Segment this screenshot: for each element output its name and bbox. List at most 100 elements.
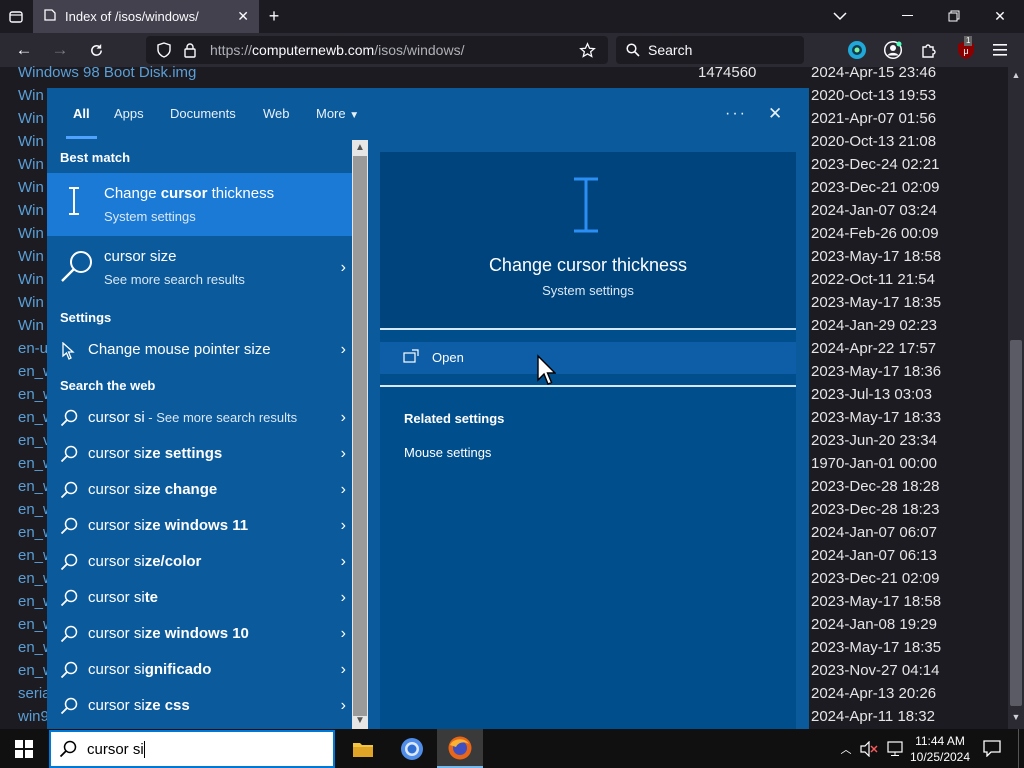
- system-clock[interactable]: 11:44 AM 10/25/2024: [906, 729, 974, 768]
- lock-icon[interactable]: [182, 42, 198, 58]
- list-all-tabs-icon[interactable]: [830, 7, 850, 25]
- section-search-web: Search the web: [60, 378, 156, 393]
- divider: [380, 385, 796, 387]
- file-date: 2023-Dec-21 02:09: [811, 570, 940, 587]
- file-link[interactable]: Win: [18, 268, 44, 291]
- tab-apps[interactable]: Apps: [114, 88, 144, 140]
- more-results-item[interactable]: cursor size See more search results ›: [47, 236, 352, 300]
- file-date: 2023-Jun-20 23:34: [811, 432, 937, 449]
- web-result-see-more[interactable]: cursor si - See more search results ›: [47, 400, 352, 436]
- new-tab-icon[interactable]: +: [264, 6, 284, 26]
- forward-icon[interactable]: →: [50, 40, 70, 60]
- file-date: 2023-Dec-24 02:21: [811, 156, 940, 173]
- file-link[interactable]: Win: [18, 291, 44, 314]
- ublock-icon[interactable]: μ 1: [954, 36, 978, 62]
- minimize-icon[interactable]: [898, 6, 918, 26]
- search-icon: [60, 625, 78, 648]
- file-link[interactable]: Win: [18, 245, 44, 268]
- volume-muted-icon[interactable]: [858, 729, 880, 768]
- taskbar-search-input[interactable]: cursor si: [49, 730, 335, 768]
- tab-list-icon[interactable]: [6, 8, 26, 26]
- file-link[interactable]: win9: [18, 705, 49, 728]
- notifications-icon[interactable]: [980, 729, 1004, 768]
- mouse-pointer-icon: [60, 341, 78, 365]
- file-link[interactable]: Windows 98 Boot Disk.img: [18, 61, 196, 84]
- tab-more[interactable]: More ▼: [316, 88, 359, 140]
- menu-hamburger-icon[interactable]: [990, 40, 1010, 60]
- browser-tab[interactable]: Index of /isos/windows/ ✕: [33, 0, 259, 33]
- file-link[interactable]: en_v: [18, 429, 51, 452]
- svg-text:μ: μ: [963, 46, 968, 56]
- clock-date: 10/25/2024: [909, 749, 971, 764]
- scroll-down-arrow-icon[interactable]: ▼: [352, 713, 368, 729]
- file-link[interactable]: Win: [18, 199, 44, 222]
- scroll-up-arrow-icon[interactable]: ▲: [1010, 70, 1022, 82]
- file-date: 2024-Jan-07 06:07: [811, 524, 937, 541]
- tab-all[interactable]: All: [66, 88, 97, 140]
- web-suggestion-item[interactable]: cursor site ›: [47, 580, 352, 616]
- web-suggestion-item[interactable]: cursor size windows 11 ›: [47, 508, 352, 544]
- file-link[interactable]: Win: [18, 130, 44, 153]
- web-suggestion-item[interactable]: cursor size/color ›: [47, 544, 352, 580]
- web-suggestion-item[interactable]: cursor significado ›: [47, 652, 352, 688]
- address-bar[interactable]: https://computernewb.com/isos/windows/: [146, 36, 608, 64]
- results-scrollbar[interactable]: ▲ ▼: [352, 140, 368, 729]
- file-link[interactable]: Win: [18, 153, 44, 176]
- results-scrollbar-thumb[interactable]: [353, 156, 367, 716]
- file-link[interactable]: seria: [18, 682, 51, 705]
- chrome-icon[interactable]: [390, 729, 434, 768]
- tray-overflow-chevron-icon[interactable]: ︿: [838, 729, 854, 768]
- restore-icon[interactable]: [944, 6, 964, 26]
- file-date: 2022-Oct-11 21:54: [811, 271, 935, 288]
- file-date: 2024-Feb-26 00:09: [811, 225, 939, 242]
- scroll-up-arrow-icon[interactable]: ▲: [352, 140, 368, 156]
- best-match-item[interactable]: Change cursor thickness System settings: [47, 173, 352, 236]
- bookmark-star-icon[interactable]: [578, 41, 596, 59]
- file-link[interactable]: Win: [18, 84, 44, 107]
- browser-search-input[interactable]: Search: [616, 36, 804, 64]
- file-date: 2023-Nov-27 04:14: [811, 662, 940, 679]
- extensions-puzzle-icon[interactable]: [918, 39, 940, 61]
- window-close-icon[interactable]: ✕: [990, 6, 1010, 26]
- reload-icon[interactable]: [86, 40, 106, 60]
- search-icon: [626, 43, 640, 57]
- vpn-extension-icon[interactable]: [846, 39, 868, 61]
- tab-close-icon[interactable]: ✕: [237, 8, 249, 25]
- file-date: 2024-Jan-29 02:23: [811, 317, 937, 334]
- web-suggestion-item[interactable]: cursor size css ›: [47, 688, 352, 724]
- back-icon[interactable]: ←: [14, 40, 34, 60]
- start-windows-icon[interactable]: [0, 729, 48, 768]
- tab-web[interactable]: Web: [263, 88, 290, 140]
- file-date: 2023-Jul-13 03:03: [811, 386, 932, 403]
- file-link[interactable]: Win: [18, 176, 44, 199]
- file-date: 2023-Dec-21 02:09: [811, 179, 940, 196]
- related-setting-mouse[interactable]: Mouse settings: [404, 445, 491, 460]
- firefox-icon[interactable]: [437, 729, 483, 768]
- open-action[interactable]: Open: [380, 342, 796, 374]
- search-icon: [59, 248, 95, 289]
- shield-icon[interactable]: [156, 42, 172, 58]
- web-suggestion-item[interactable]: cursor size settings ›: [47, 436, 352, 472]
- web-suggestion-item[interactable]: cursor size windows 10 ›: [47, 616, 352, 652]
- web-suggestion-item[interactable]: cursor size change ›: [47, 472, 352, 508]
- file-link[interactable]: Win: [18, 314, 44, 337]
- show-desktop-button[interactable]: [1018, 729, 1024, 768]
- more-results-title: cursor size: [104, 248, 177, 265]
- panel-close-icon[interactable]: ✕: [768, 88, 782, 140]
- file-explorer-icon[interactable]: [342, 729, 384, 768]
- file-date: 2024-Jan-07 06:13: [811, 547, 937, 564]
- network-icon[interactable]: [884, 729, 906, 768]
- file-link[interactable]: Win: [18, 222, 44, 245]
- divider: [380, 328, 796, 330]
- setting-item-pointer-size[interactable]: Change mouse pointer size ›: [47, 332, 352, 368]
- scroll-down-arrow-icon[interactable]: ▼: [1010, 712, 1022, 724]
- detail-subtitle: System settings: [542, 283, 634, 298]
- tab-documents[interactable]: Documents: [170, 88, 236, 140]
- file-link[interactable]: en-u: [18, 337, 48, 360]
- search-results-list: Best match Change cursor thickness Syste…: [47, 140, 352, 729]
- more-options-icon[interactable]: ···: [725, 88, 747, 140]
- page-scrollbar-thumb[interactable]: [1010, 340, 1022, 706]
- open-window-icon: [403, 349, 419, 368]
- account-icon[interactable]: [882, 39, 904, 61]
- file-link[interactable]: Win: [18, 107, 44, 130]
